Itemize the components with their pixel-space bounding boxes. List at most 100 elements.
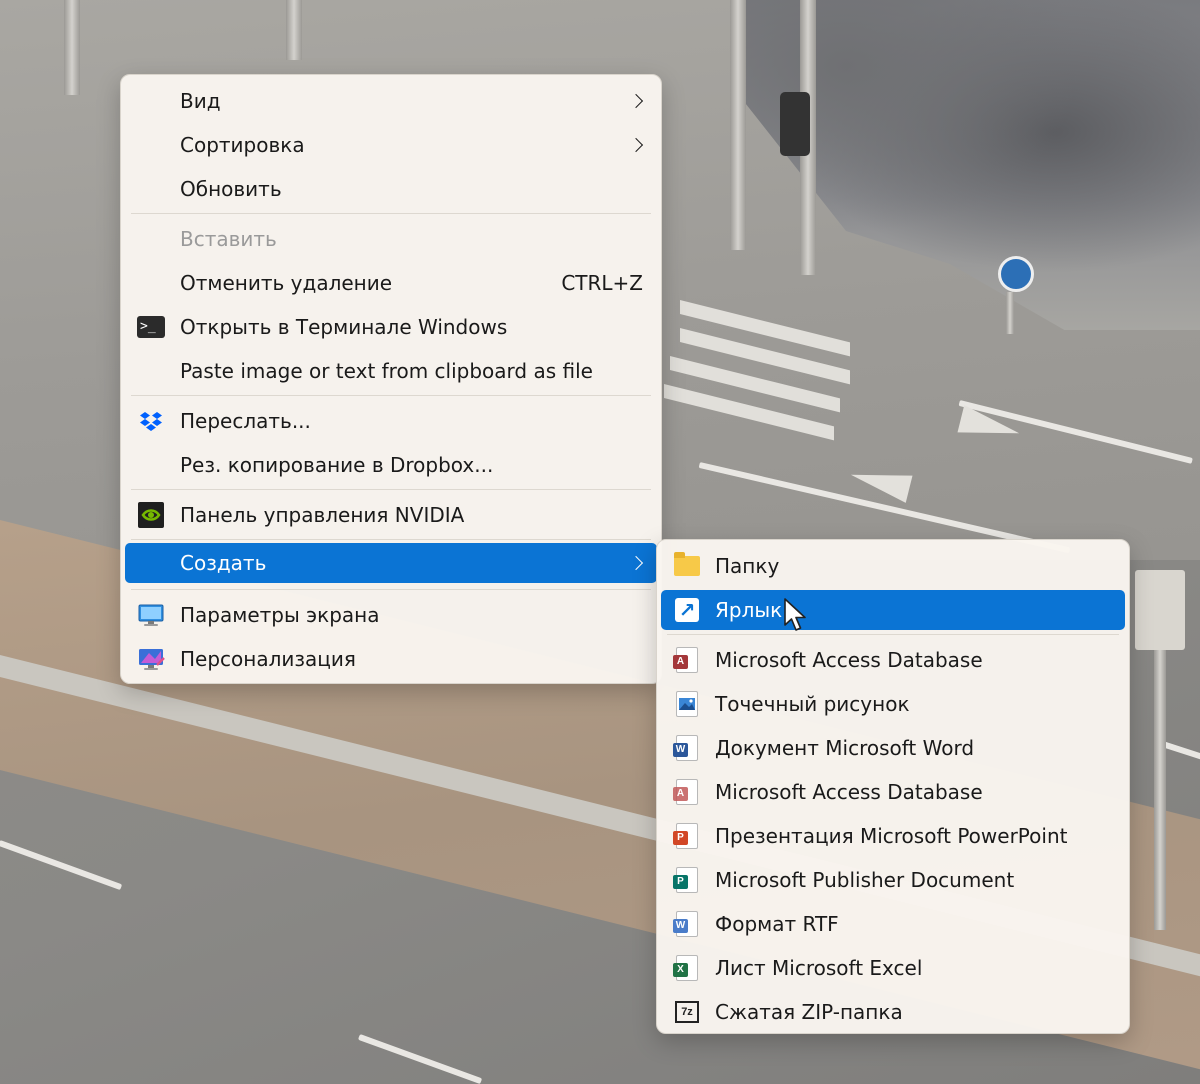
document-icon: P	[673, 867, 698, 893]
document-icon: A	[673, 779, 698, 805]
menu-item-label: Панель управления NVIDIA	[180, 503, 465, 527]
excel-badge-icon: X	[673, 963, 688, 977]
desktop-context-menu: Вид Сортировка Обновить Вставить Отменит…	[120, 74, 662, 684]
shortcut-icon: ↗	[673, 596, 701, 624]
menu-separator	[667, 634, 1119, 635]
submenu-item-folder[interactable]: Папку	[661, 546, 1125, 586]
submenu-item-rtf[interactable]: W Формат RTF	[661, 904, 1125, 944]
menu-item-dropbox-send[interactable]: Переслать...	[125, 401, 657, 441]
chevron-right-icon	[628, 93, 644, 109]
submenu-item-label: Папку	[715, 554, 780, 578]
personalization-icon	[137, 645, 165, 673]
menu-separator	[131, 213, 651, 214]
menu-item-nvidia-panel[interactable]: Панель управления NVIDIA	[125, 495, 657, 535]
submenu-item-access-database-2[interactable]: A Microsoft Access Database	[661, 772, 1125, 812]
wallpaper-road-sign	[998, 256, 1034, 292]
submenu-item-label: Ярлык	[715, 598, 783, 622]
submenu-item-label: Лист Microsoft Excel	[715, 956, 923, 980]
zip-7z-icon: 7z	[675, 1001, 699, 1023]
wallpaper-utility-box	[1135, 570, 1185, 650]
document-icon: A	[673, 647, 698, 673]
submenu-item-access-database[interactable]: A Microsoft Access Database	[661, 640, 1125, 680]
access-badge-icon: A	[673, 655, 688, 669]
menu-item-label: Переслать...	[180, 409, 311, 433]
wallpaper-pole	[64, 0, 80, 95]
terminal-icon: >_	[137, 316, 165, 338]
access-icon: A	[673, 646, 701, 674]
submenu-item-label: Microsoft Access Database	[715, 780, 983, 804]
menu-item-label: Отменить удаление	[180, 271, 393, 295]
menu-item-refresh[interactable]: Обновить	[125, 169, 657, 209]
menu-item-label: Рез. копирование в Dropbox...	[180, 453, 494, 477]
wallpaper-traffic-light	[780, 92, 810, 156]
menu-item-personalization[interactable]: Персонализация	[125, 639, 657, 679]
menu-item-label: Открыть в Терминале Windows	[180, 315, 508, 339]
rtf-badge-icon: W	[673, 919, 688, 933]
menu-item-label: Персонализация	[180, 647, 356, 671]
shortcut-arrow-icon: ↗	[675, 598, 699, 622]
menu-separator	[131, 539, 651, 540]
submenu-item-label: Презентация Microsoft PowerPoint	[715, 824, 1068, 848]
zip-icon: 7z	[673, 998, 701, 1026]
powerpoint-icon: P	[673, 822, 701, 850]
menu-item-label: Создать	[180, 551, 267, 575]
chevron-right-icon	[628, 555, 644, 571]
powerpoint-badge-icon: P	[673, 831, 688, 845]
word-icon: W	[673, 734, 701, 762]
menu-item-label: Вставить	[180, 227, 277, 251]
menu-item-dropbox-backup[interactable]: Рез. копирование в Dropbox...	[125, 445, 657, 485]
submenu-item-bitmap[interactable]: Точечный рисунок	[661, 684, 1125, 724]
nvidia-icon	[137, 501, 165, 529]
document-icon: W	[673, 735, 698, 761]
submenu-item-label: Точечный рисунок	[715, 692, 910, 716]
submenu-item-label: Microsoft Access Database	[715, 648, 983, 672]
menu-item-sort[interactable]: Сортировка	[125, 125, 657, 165]
menu-item-open-terminal[interactable]: >_ Открыть в Терминале Windows	[125, 307, 657, 347]
document-icon: X	[673, 955, 698, 981]
publisher-badge-icon: P	[673, 875, 688, 889]
rtf-icon: W	[673, 910, 701, 938]
menu-item-label: Вид	[180, 89, 221, 113]
menu-item-paste[interactable]: Вставить	[125, 219, 657, 259]
display-icon	[137, 601, 165, 629]
menu-separator	[131, 395, 651, 396]
submenu-item-powerpoint[interactable]: P Презентация Microsoft PowerPoint	[661, 816, 1125, 856]
access-badge-icon: A	[673, 787, 688, 801]
menu-item-label: Paste image or text from clipboard as fi…	[180, 359, 593, 383]
menu-item-paste-as-file[interactable]: Paste image or text from clipboard as fi…	[125, 351, 657, 391]
menu-separator	[131, 589, 651, 590]
submenu-item-shortcut[interactable]: ↗ Ярлык	[661, 590, 1125, 630]
menu-item-label: Параметры экрана	[180, 603, 380, 627]
menu-item-view[interactable]: Вид	[125, 81, 657, 121]
folder-icon-shape	[674, 552, 700, 576]
submenu-item-publisher[interactable]: P Microsoft Publisher Document	[661, 860, 1125, 900]
submenu-item-zip[interactable]: 7z Сжатая ZIP-папка	[661, 992, 1125, 1032]
dropbox-icon	[137, 407, 165, 435]
menu-item-label: Обновить	[180, 177, 282, 201]
submenu-item-label: Формат RTF	[715, 912, 839, 936]
submenu-item-excel[interactable]: X Лист Microsoft Excel	[661, 948, 1125, 988]
folder-icon	[673, 552, 701, 580]
submenu-item-label: Документ Microsoft Word	[715, 736, 975, 760]
menu-item-label: Сортировка	[180, 133, 305, 157]
menu-item-new[interactable]: Создать	[125, 543, 657, 583]
menu-item-shortcut: CTRL+Z	[561, 271, 643, 295]
chevron-right-icon	[628, 137, 644, 153]
access-icon: A	[673, 778, 701, 806]
submenu-item-word-document[interactable]: W Документ Microsoft Word	[661, 728, 1125, 768]
wallpaper-pole	[730, 0, 746, 250]
word-badge-icon: W	[673, 743, 688, 757]
wallpaper-pole	[286, 0, 302, 60]
menu-item-display-settings[interactable]: Параметры экрана	[125, 595, 657, 635]
document-icon: W	[673, 911, 698, 937]
document-icon: P	[673, 823, 698, 849]
menu-item-undo-delete[interactable]: Отменить удаление CTRL+Z	[125, 263, 657, 303]
new-submenu: Папку ↗ Ярлык A Microsoft Access Databas…	[656, 539, 1130, 1034]
publisher-icon: P	[673, 866, 701, 894]
menu-separator	[131, 489, 651, 490]
submenu-item-label: Сжатая ZIP-папка	[715, 1000, 903, 1024]
wallpaper-pole	[1006, 292, 1014, 334]
bitmap-icon	[673, 690, 701, 718]
wallpaper-pole	[1154, 650, 1166, 930]
excel-icon: X	[673, 954, 701, 982]
